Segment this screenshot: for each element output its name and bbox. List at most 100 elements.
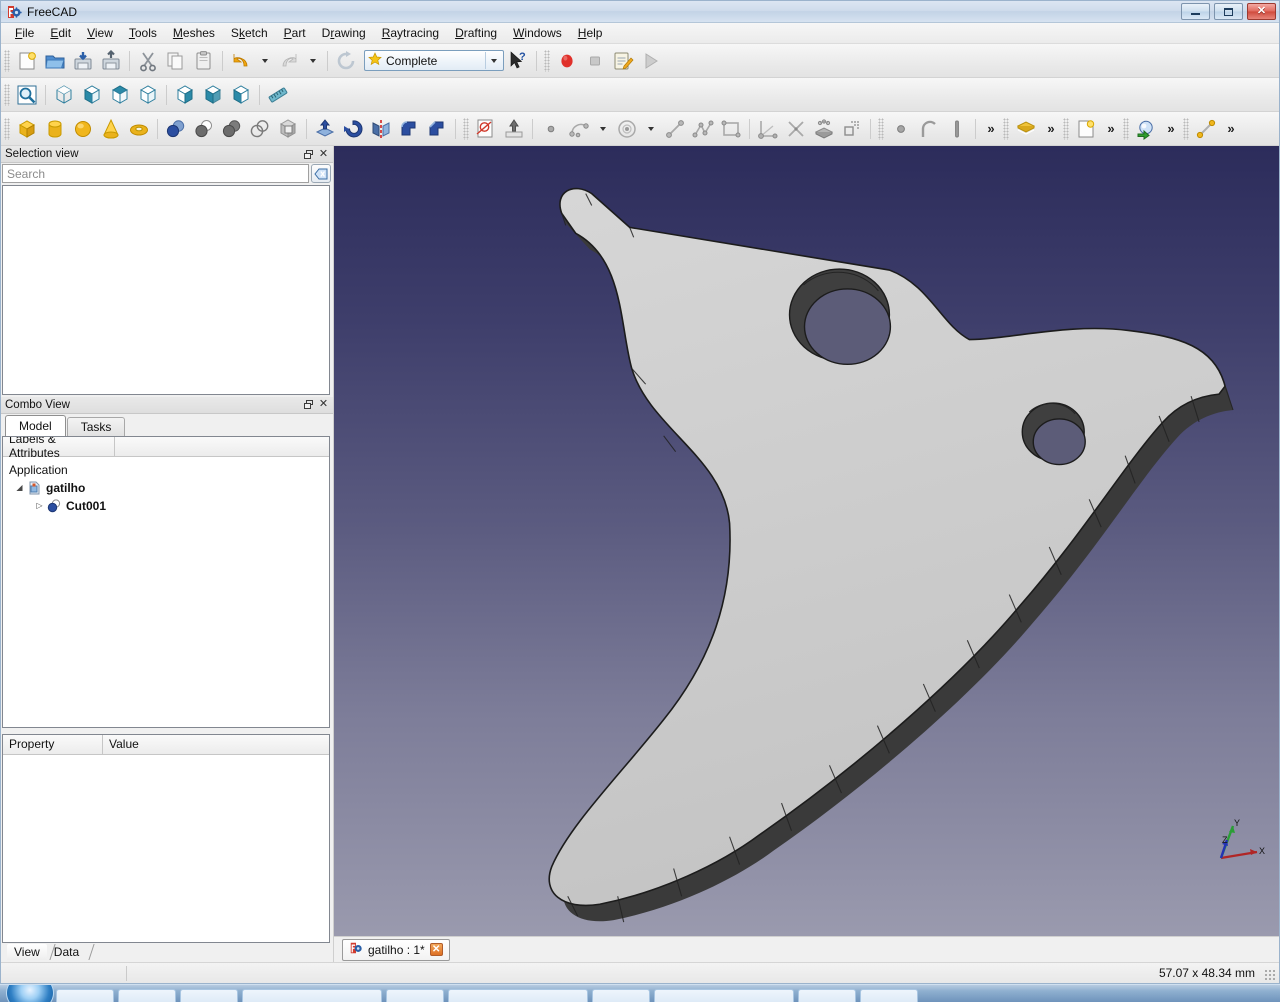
- tree-item-cut001[interactable]: ▷ Cut001: [3, 497, 329, 515]
- macro-stop-button[interactable]: [581, 47, 609, 75]
- expand-twisty-icon[interactable]: ◢: [13, 483, 26, 492]
- copy-button[interactable]: [162, 47, 190, 75]
- toolbar-overflow-3[interactable]: »: [1100, 115, 1120, 143]
- undo-dropdown[interactable]: [255, 47, 275, 75]
- menu-drawing[interactable]: Drawing: [314, 24, 374, 42]
- workbench-selector[interactable]: Complete: [364, 50, 504, 71]
- menu-meshes[interactable]: Meshes: [165, 24, 223, 42]
- redo-button[interactable]: [275, 47, 303, 75]
- toolbar-overflow-2[interactable]: »: [1040, 115, 1060, 143]
- toolbar-grip[interactable]: [1003, 118, 1009, 140]
- workbench-dropdown-button[interactable]: [485, 52, 501, 69]
- toolbar-grip[interactable]: [1123, 118, 1129, 140]
- toolbar-grip[interactable]: [1063, 118, 1069, 140]
- toolbar-grip[interactable]: [1183, 118, 1189, 140]
- collapse-twisty-icon[interactable]: ▷: [33, 501, 46, 510]
- toolbar-grip[interactable]: [463, 118, 469, 140]
- draft-wire-button[interactable]: [943, 115, 971, 143]
- menu-tools[interactable]: Tools: [121, 24, 165, 42]
- tab-data[interactable]: Data: [47, 944, 86, 960]
- selection-view-list[interactable]: [2, 185, 330, 395]
- macro-record-button[interactable]: [553, 47, 581, 75]
- document-tab-close-button[interactable]: ✕: [430, 943, 443, 956]
- toolbar-overflow-5[interactable]: »: [1220, 115, 1240, 143]
- menu-drafting[interactable]: Drafting: [447, 24, 505, 42]
- windows-start-orb-icon[interactable]: [6, 984, 54, 1002]
- taskbar-item-1[interactable]: [56, 989, 114, 1002]
- model-tree[interactable]: Labels & Attributes Application ◢: [2, 436, 330, 728]
- document-tab-gatilho[interactable]: gatilho : 1* ✕: [342, 939, 450, 961]
- combo-view-close-button[interactable]: ✕: [316, 398, 331, 412]
- tab-model[interactable]: Model: [5, 415, 66, 436]
- selection-search-input[interactable]: Search: [2, 164, 309, 183]
- view-bottom-button[interactable]: [199, 81, 227, 109]
- mesh-button[interactable]: [1012, 115, 1040, 143]
- part-box-button[interactable]: [13, 115, 41, 143]
- view-front-button[interactable]: [78, 81, 106, 109]
- drawing-page-button[interactable]: [1072, 115, 1100, 143]
- sketch-circle-button[interactable]: [613, 115, 641, 143]
- menu-file[interactable]: File: [7, 24, 42, 42]
- part-cone-button[interactable]: [97, 115, 125, 143]
- new-document-button[interactable]: [13, 47, 41, 75]
- chamfer-button[interactable]: [423, 115, 451, 143]
- section-box-button[interactable]: [274, 115, 302, 143]
- save-as-button[interactable]: [97, 47, 125, 75]
- toolbar-grip[interactable]: [4, 118, 10, 140]
- view-rear-button[interactable]: [171, 81, 199, 109]
- sketch-arc-button[interactable]: [565, 115, 593, 143]
- draft-line-button[interactable]: [1192, 115, 1220, 143]
- cut-boolean-button[interactable]: [190, 115, 218, 143]
- view-right-button[interactable]: [134, 81, 162, 109]
- open-document-button[interactable]: [41, 47, 69, 75]
- macro-edit-button[interactable]: [609, 47, 637, 75]
- sketch-rectangle-button[interactable]: [717, 115, 745, 143]
- toolbar-grip[interactable]: [544, 50, 550, 72]
- sketch-point-button[interactable]: [537, 115, 565, 143]
- fit-all-button[interactable]: [13, 81, 41, 109]
- part-torus-button[interactable]: [125, 115, 153, 143]
- taskbar-item-7[interactable]: [592, 989, 650, 1002]
- part-cylinder-button[interactable]: [41, 115, 69, 143]
- constrain-coincident-button[interactable]: [754, 115, 782, 143]
- tree-item-application[interactable]: Application: [3, 461, 329, 479]
- macro-execute-button[interactable]: [637, 47, 665, 75]
- save-document-button[interactable]: [69, 47, 97, 75]
- trim-edge-button[interactable]: [782, 115, 810, 143]
- view-top-button[interactable]: [106, 81, 134, 109]
- selection-view-close-button[interactable]: ✕: [316, 147, 331, 161]
- toolbar-grip[interactable]: [4, 84, 10, 106]
- cut-button[interactable]: [134, 47, 162, 75]
- boolean-button[interactable]: [162, 115, 190, 143]
- union-button[interactable]: [218, 115, 246, 143]
- draft-point-button[interactable]: [887, 115, 915, 143]
- resize-grip[interactable]: [1264, 969, 1276, 981]
- selection-view-float-button[interactable]: [301, 147, 316, 161]
- sketch-line-button[interactable]: [661, 115, 689, 143]
- menu-sketch[interactable]: Sketch: [223, 24, 276, 42]
- external-geometry-button[interactable]: [810, 115, 838, 143]
- menu-view[interactable]: View: [79, 24, 121, 42]
- taskbar-item-3[interactable]: [180, 989, 238, 1002]
- part-sphere-button[interactable]: [69, 115, 97, 143]
- tree-item-gatilho[interactable]: ◢ gatilho: [3, 479, 329, 497]
- intersection-button[interactable]: [246, 115, 274, 143]
- toolbar-grip[interactable]: [4, 50, 10, 72]
- menu-edit[interactable]: Edit: [42, 24, 79, 42]
- taskbar-item-2[interactable]: [118, 989, 176, 1002]
- measure-button[interactable]: [264, 81, 292, 109]
- toolbar-grip[interactable]: [878, 118, 884, 140]
- sketch-arc-dropdown[interactable]: [593, 115, 613, 143]
- view-isometric-button[interactable]: [50, 81, 78, 109]
- toolbar-overflow-1[interactable]: »: [980, 115, 1000, 143]
- mirror-button[interactable]: [367, 115, 395, 143]
- toolbar-overflow-4[interactable]: »: [1160, 115, 1180, 143]
- draft-arc-button[interactable]: [915, 115, 943, 143]
- leave-sketch-button[interactable]: [500, 115, 528, 143]
- minimize-button[interactable]: [1181, 3, 1210, 20]
- sketch-circle-dropdown[interactable]: [641, 115, 661, 143]
- view-left-button[interactable]: [227, 81, 255, 109]
- menu-help[interactable]: Help: [570, 24, 611, 42]
- whats-this-button[interactable]: ?: [504, 47, 532, 75]
- property-editor[interactable]: Property Value: [2, 734, 330, 944]
